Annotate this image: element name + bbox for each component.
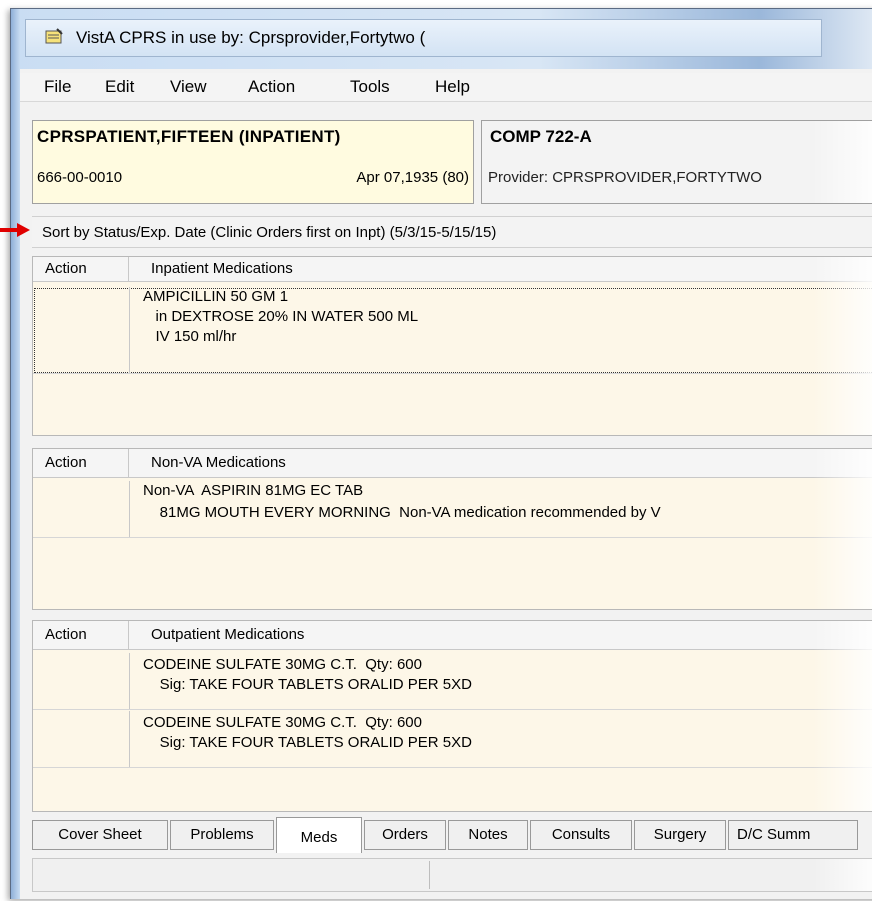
- row-action-cell[interactable]: [33, 481, 130, 537]
- row-action-cell[interactable]: [33, 711, 130, 767]
- med-line: AMPICILLIN 50 GM 1: [143, 288, 289, 305]
- chart-tabs: Cover Sheet Problems Meds Orders Notes C…: [32, 817, 872, 854]
- inpatient-medications-pane: Action Inpatient Medications AMPICILLIN …: [32, 256, 872, 436]
- sort-label: Sort by Status/Exp. Date (Clinic Orders …: [42, 224, 497, 241]
- status-divider: [429, 861, 430, 889]
- inpatient-med-row[interactable]: AMPICILLIN 50 GM 1 in DEXTROSE 20% IN WA…: [33, 287, 872, 374]
- window-title: VistA CPRS in use by: Cprsprovider,Forty…: [76, 28, 426, 47]
- med-line: 81MG MOUTH EVERY MORNING Non-VA medicati…: [143, 504, 661, 521]
- outpatient-med-row[interactable]: CODEINE SULFATE 30MG C.T. Qty: 600 Sig: …: [33, 653, 872, 710]
- nonva-header: Action Non-VA Medications: [33, 449, 872, 478]
- edge-fade: [813, 859, 872, 891]
- med-line: CODEINE SULFATE 30MG C.T. Qty: 600: [143, 714, 422, 731]
- window-frame-left: [11, 9, 20, 899]
- tab-meds[interactable]: Meds: [276, 817, 362, 853]
- sort-header[interactable]: Sort by Status/Exp. Date (Clinic Orders …: [32, 216, 872, 248]
- med-line: Non-VA ASPIRIN 81MG EC TAB: [143, 482, 364, 499]
- patient-name: CPRSPATIENT,FIFTEEN (INPATIENT): [37, 127, 341, 146]
- menu-view[interactable]: View: [170, 77, 207, 97]
- location-name: COMP 722-A: [490, 127, 592, 146]
- tab-orders[interactable]: Orders: [364, 820, 446, 850]
- med-line: Sig: TAKE FOUR TABLETS ORALID PER 5XD: [143, 676, 472, 693]
- med-line: CODEINE SULFATE 30MG C.T. Qty: 600: [143, 656, 422, 673]
- inpatient-action-header[interactable]: Action: [33, 257, 129, 281]
- status-bar: [32, 858, 872, 892]
- menu-file[interactable]: File: [44, 77, 71, 97]
- outpatient-medications-pane: Action Outpatient Medications CODEINE SU…: [32, 620, 872, 812]
- location-info-button[interactable]: COMP 722-A Provider: CPRSPROVIDER,FORTYT…: [481, 120, 872, 204]
- tab-consults[interactable]: Consults: [530, 820, 632, 850]
- patient-ssn: 666-00-0010: [37, 169, 123, 186]
- inpatient-header: Action Inpatient Medications: [33, 257, 872, 282]
- title-bar[interactable]: VistA CPRS in use by: Cprsprovider,Forty…: [11, 9, 872, 69]
- red-arrow-icon: [0, 223, 30, 237]
- outpatient-action-header[interactable]: Action: [33, 621, 129, 649]
- edge-fade: [812, 121, 872, 203]
- title-box: VistA CPRS in use by: Cprsprovider,Forty…: [25, 19, 822, 57]
- menu-tools[interactable]: Tools: [350, 77, 390, 97]
- tab-cover-sheet[interactable]: Cover Sheet: [32, 820, 168, 850]
- nonva-medications-pane: Action Non-VA Medications Non-VA ASPIRIN…: [32, 448, 872, 610]
- outpatient-header: Action Outpatient Medications: [33, 621, 872, 650]
- med-line: Sig: TAKE FOUR TABLETS ORALID PER 5XD: [143, 734, 472, 751]
- inpatient-title[interactable]: Inpatient Medications: [151, 257, 293, 281]
- menu-action[interactable]: Action: [248, 77, 295, 97]
- patient-info-button[interactable]: CPRSPATIENT,FIFTEEN (INPATIENT) 666-00-0…: [32, 120, 474, 204]
- row-action-cell[interactable]: [33, 653, 130, 709]
- nonva-action-header[interactable]: Action: [33, 449, 129, 477]
- med-line: in DEXTROSE 20% IN WATER 500 ML: [143, 308, 419, 325]
- outpatient-med-row[interactable]: CODEINE SULFATE 30MG C.T. Qty: 600 Sig: …: [33, 711, 872, 768]
- menu-edit[interactable]: Edit: [105, 77, 134, 97]
- menu-bar: File Edit View Action Tools Help: [20, 73, 872, 102]
- tab-problems[interactable]: Problems: [170, 820, 274, 850]
- notepad-icon: [45, 28, 63, 44]
- med-line: IV 150 ml/hr: [143, 328, 237, 345]
- row-action-cell[interactable]: [33, 287, 130, 373]
- nonva-title[interactable]: Non-VA Medications: [151, 449, 286, 477]
- tab-dc-summ[interactable]: D/C Summ: [728, 820, 858, 850]
- tab-surgery[interactable]: Surgery: [634, 820, 726, 850]
- tab-notes[interactable]: Notes: [448, 820, 528, 850]
- patient-dob: Apr 07,1935 (80): [356, 169, 469, 186]
- provider-name: Provider: CPRSPROVIDER,FORTYTWO: [488, 169, 762, 186]
- outpatient-title[interactable]: Outpatient Medications: [151, 621, 304, 649]
- nonva-med-row[interactable]: Non-VA ASPIRIN 81MG EC TAB 81MG MOUTH EV…: [33, 481, 872, 538]
- menu-help[interactable]: Help: [435, 77, 470, 97]
